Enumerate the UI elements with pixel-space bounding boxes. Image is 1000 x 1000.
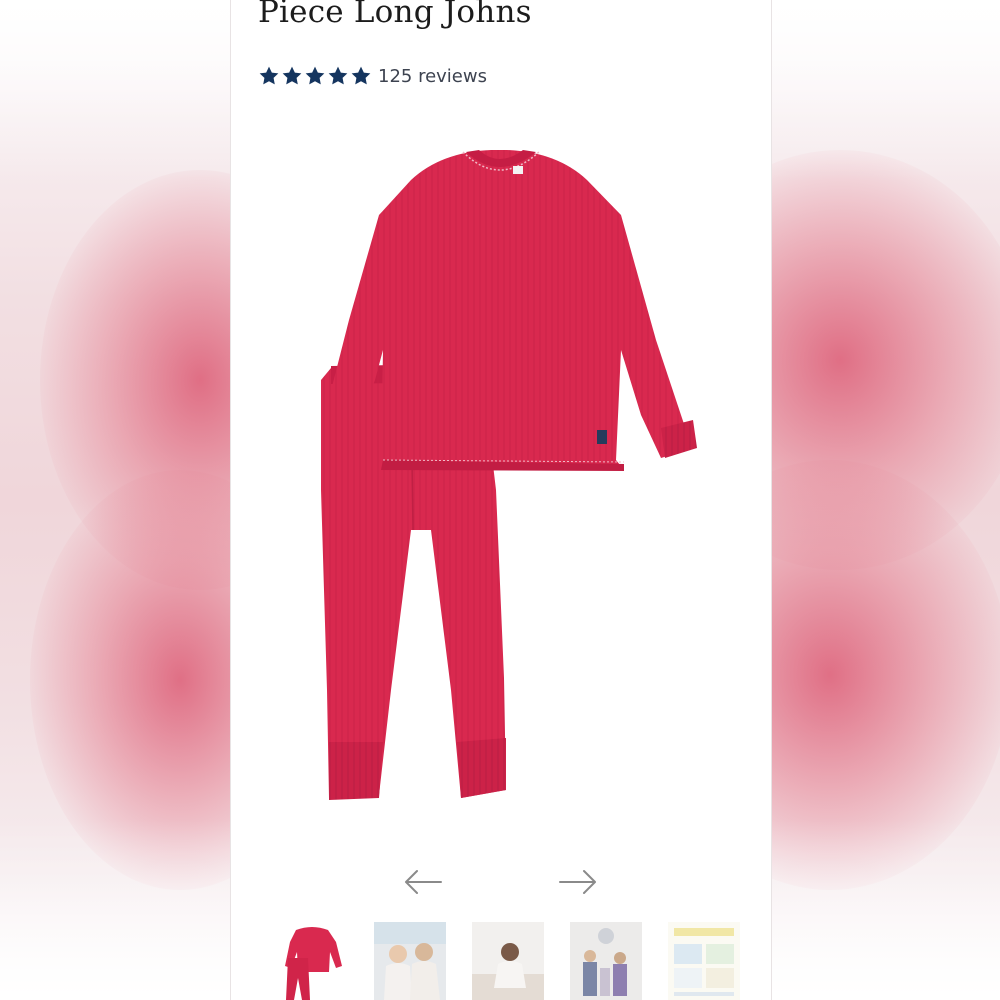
blurred-background-right [770, 0, 1000, 1000]
product-title: Piece Long Johns [258, 0, 532, 30]
star-icon [350, 65, 372, 87]
thumbnail-3[interactable] [472, 922, 544, 1000]
reviews-link[interactable]: 125 reviews [378, 66, 487, 87]
product-panel: Piece Long Johns 125 reviews [230, 0, 772, 1000]
carousel-next-button[interactable] [558, 866, 598, 898]
arrow-right-icon [559, 870, 596, 894]
thumbnail-1[interactable] [276, 922, 348, 1000]
blurred-background-left [0, 0, 230, 1000]
arrow-left-icon [405, 870, 442, 894]
kids-lifestyle-photo-thumbnail [374, 922, 446, 1000]
thumbnail-2[interactable] [374, 922, 446, 1000]
thumbnail-5[interactable] [668, 922, 740, 1000]
carousel-prev-button[interactable] [403, 866, 443, 898]
kids-standing-photo-thumbnail [570, 922, 642, 1000]
product-main-image [291, 130, 731, 830]
screenshot-stage: Piece Long Johns 125 reviews [0, 0, 1000, 1000]
star-rating [258, 65, 372, 87]
star-icon [281, 65, 303, 87]
star-icon [304, 65, 326, 87]
size-chart-thumbnail [668, 922, 740, 1000]
child-sitting-photo-thumbnail [472, 922, 544, 1000]
red-long-johns-thumbnail [276, 922, 348, 1000]
thumbnail-4[interactable] [570, 922, 642, 1000]
long-johns-illustration [321, 150, 697, 800]
star-icon [258, 65, 280, 87]
star-icon [327, 65, 349, 87]
product-rating[interactable]: 125 reviews [258, 62, 487, 90]
thumbnail-strip [276, 922, 746, 1000]
